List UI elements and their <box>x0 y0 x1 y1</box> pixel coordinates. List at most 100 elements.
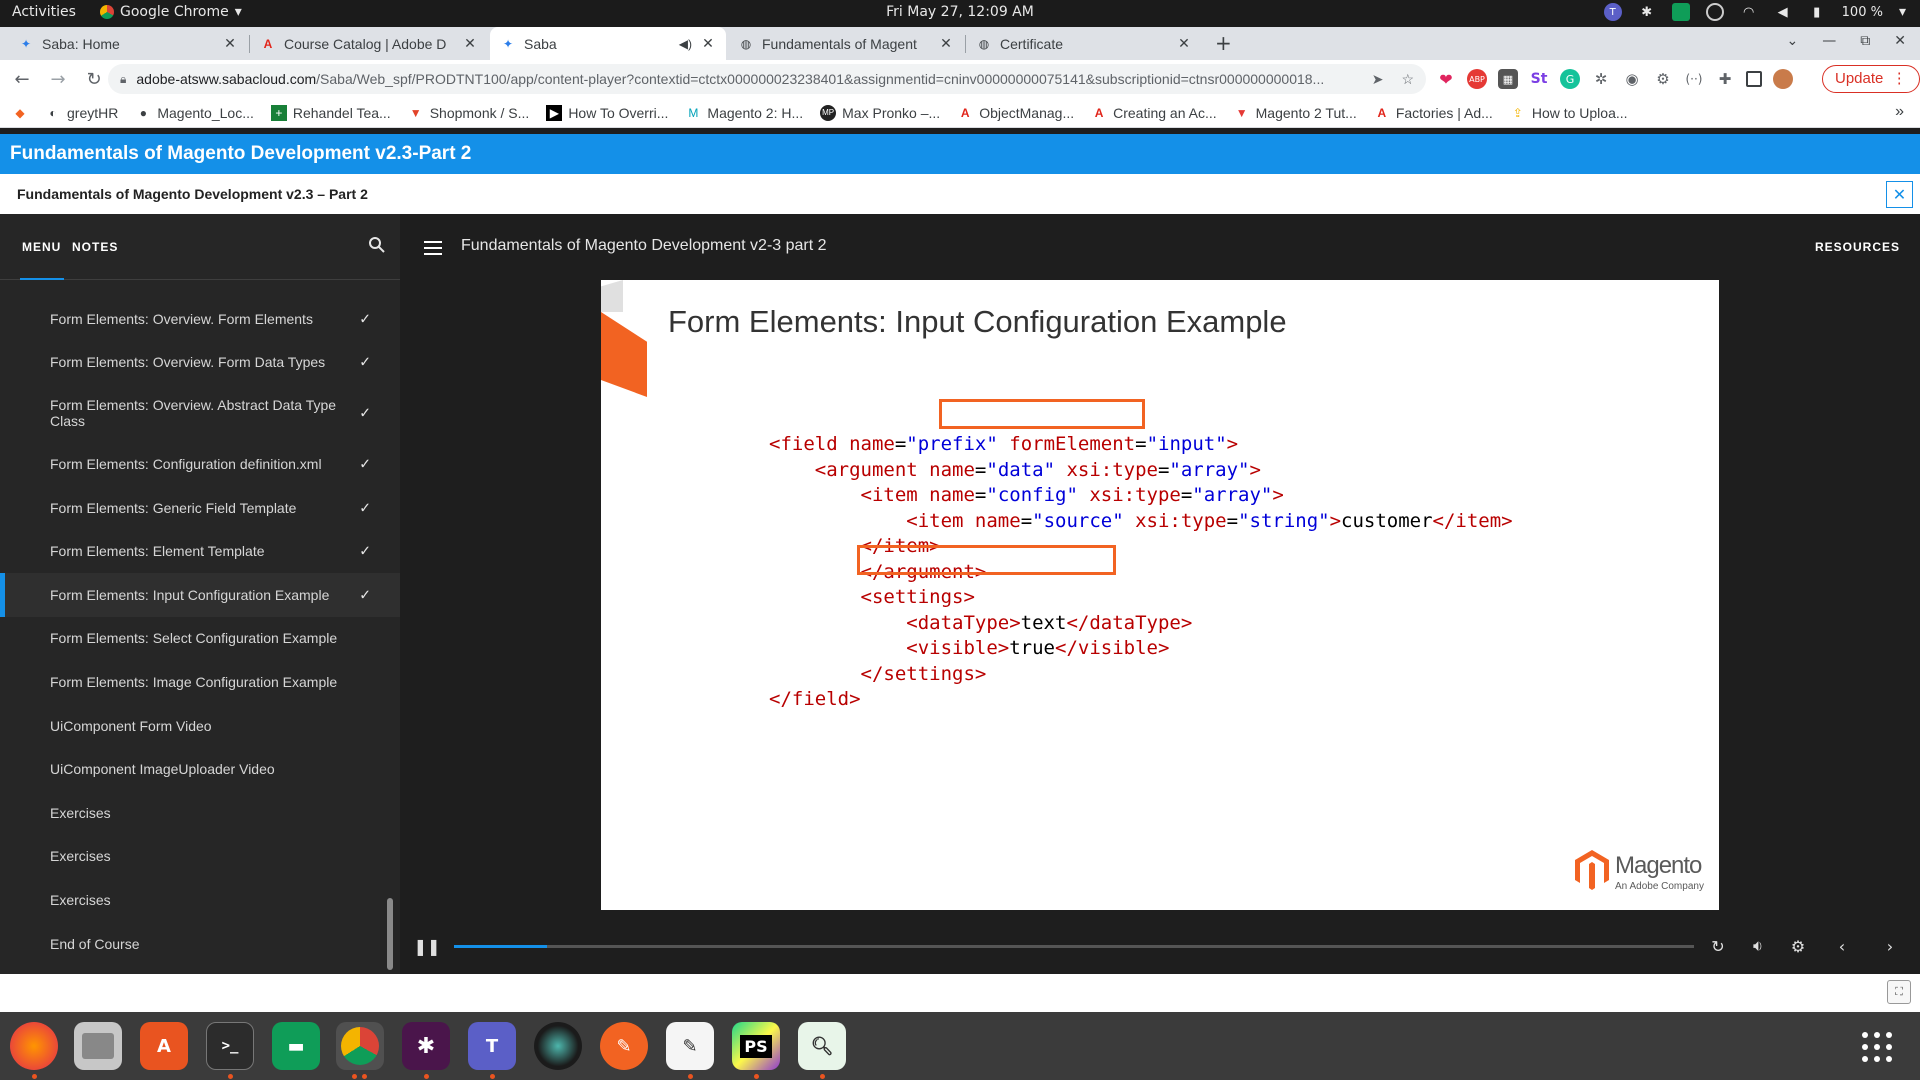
sidebar-menu-item[interactable]: Form Elements: Overview. Abstract Data T… <box>0 384 400 442</box>
phpstorm-icon[interactable]: PS <box>732 1022 780 1070</box>
settings-ext-icon[interactable]: ⚙ <box>1653 69 1673 89</box>
update-button[interactable]: Update ⋮ <box>1822 65 1920 93</box>
terminal-icon[interactable]: >_ <box>206 1022 254 1070</box>
bookmark-magento[interactable]: ◆ <box>12 105 28 121</box>
bookmark-objectmanager[interactable]: A ObjectManag... <box>957 105 1074 121</box>
software-center-icon[interactable]: A <box>140 1022 188 1070</box>
fullscreen-icon[interactable]: ⛶ <box>1887 980 1911 1004</box>
calendar-ext-icon[interactable]: ▦ <box>1498 69 1518 89</box>
bookmark-magento-loc[interactable]: ● Magento_Loc... <box>135 105 254 121</box>
hamburger-menu-icon[interactable] <box>424 241 442 255</box>
maximize-button[interactable]: ⧉ <box>1860 33 1870 49</box>
sidebar-menu-item[interactable]: Form Elements: Configuration definition.… <box>0 442 400 486</box>
reload-button[interactable]: ↻ <box>80 69 108 90</box>
adblock-icon[interactable]: ABP <box>1467 69 1487 89</box>
tab-search-icon[interactable]: ⌄ <box>1787 33 1799 49</box>
tab-saba-home[interactable]: ✦ Saba: Home ✕ <box>8 27 248 60</box>
pen-tool-icon[interactable]: ✎ <box>600 1022 648 1070</box>
system-tray[interactable]: T ✱ ◠ ◀ ▮ 100 % ▾ <box>1603 3 1906 21</box>
activities-button[interactable]: Activities <box>12 4 76 20</box>
chat-tray-icon[interactable] <box>1671 3 1690 21</box>
sidebar-menu-item[interactable]: UiComponent ImageUploader Video <box>0 747 400 791</box>
st-ext-icon[interactable]: St <box>1529 69 1549 89</box>
url-text[interactable]: adobe-atsww.sabacloud.com/Saba/Web_spf/P… <box>136 71 1361 87</box>
back-button[interactable]: ← <box>8 69 36 90</box>
sidebar-menu-item[interactable]: Form Elements: Element Template ✓ <box>0 529 400 573</box>
sidebar-menu-item[interactable]: Form Elements: Generic Field Template ✓ <box>0 486 400 530</box>
chevron-down-icon[interactable]: ▾ <box>1899 4 1906 20</box>
tab-saba[interactable]: ✦ Saba ◀) ✕ <box>490 27 726 60</box>
files-icon[interactable] <box>74 1022 122 1070</box>
vpn-tray-icon[interactable] <box>1705 3 1724 21</box>
sidebar-menu-item[interactable]: Exercises <box>0 878 400 922</box>
show-applications-icon[interactable] <box>1862 1032 1892 1062</box>
slack-icon[interactable]: ✱ <box>402 1022 450 1070</box>
slack-tray-icon[interactable]: ✱ <box>1638 3 1656 21</box>
bookmarks-overflow-icon[interactable]: » <box>1895 103 1904 121</box>
tab-notes[interactable]: NOTES <box>72 240 118 254</box>
sidebar-menu-item[interactable]: Form Elements: Overview. Form Data Types… <box>0 341 400 385</box>
bookmark-max-pronko[interactable]: MP Max Pronko –... <box>820 104 940 121</box>
bookmark-magento2-h[interactable]: M Magento 2: H... <box>685 105 803 121</box>
close-icon[interactable]: ✕ <box>1176 35 1192 52</box>
app-menu[interactable]: Google Chrome ▾ <box>100 4 242 20</box>
tab-certificate[interactable]: ◍ Certificate ✕ <box>966 27 1202 60</box>
bookmark-greythr[interactable]: ◐ greytHR <box>45 105 118 121</box>
google-chat-icon[interactable]: ▬ <box>272 1022 320 1070</box>
sidebar-menu-item[interactable]: Form Elements: Image Configuration Examp… <box>0 660 400 704</box>
sidebar-menu-item[interactable]: Exercises <box>0 791 400 835</box>
sidebar-menu-item[interactable]: Form Elements: Overview. Form Elements ✓ <box>0 297 400 341</box>
sidebar-menu-item[interactable]: UiComponent Form Video <box>0 704 400 748</box>
record-ext-icon[interactable]: ◉ <box>1622 69 1642 89</box>
battery-icon[interactable]: ▮ <box>1808 3 1826 21</box>
send-to-device-icon[interactable]: ➤ <box>1372 71 1384 88</box>
teams-tray-icon[interactable]: T <box>1603 3 1622 21</box>
bookmark-how-to-override[interactable]: ▶ How To Overri... <box>546 104 668 121</box>
resources-button[interactable]: RESOURCES <box>1815 240 1900 254</box>
text-editor-icon[interactable]: ✎ <box>666 1022 714 1070</box>
volume-icon[interactable]: ◀ <box>1774 3 1792 21</box>
tab-course-catalog[interactable]: A Course Catalog | Adobe D ✕ <box>250 27 488 60</box>
progress-bar[interactable] <box>454 945 1694 948</box>
lock-icon[interactable]: 🔒︎ <box>120 72 126 87</box>
search-icon[interactable] <box>368 236 386 254</box>
sidebar-menu-item[interactable]: Form Elements: Input Configuration Examp… <box>0 572 400 617</box>
new-tab-button[interactable]: + <box>1215 31 1232 55</box>
wifi-icon[interactable]: ◠ <box>1740 3 1758 21</box>
bookmark-star-icon[interactable]: ☆ <box>1401 71 1414 88</box>
address-bar[interactable]: 🔒︎ adobe-atsww.sabacloud.com/Saba/Web_sp… <box>108 64 1426 94</box>
volume-icon[interactable]: 🔉︎ <box>1746 934 1770 958</box>
grammarly-icon[interactable]: G <box>1560 69 1580 89</box>
close-icon[interactable]: ✕ <box>938 35 954 52</box>
sidebar-menu-item[interactable]: Form Elements: Select Configuration Exam… <box>0 617 400 661</box>
sidebar-menu-item[interactable]: Exercises <box>0 835 400 879</box>
bookmark-creating-an-ac[interactable]: A Creating an Ac... <box>1091 105 1217 121</box>
settings-gear-icon[interactable]: ⚙ <box>1786 934 1810 958</box>
bookmark-rehandel[interactable]: + Rehandel Tea... <box>270 104 391 121</box>
replay-icon[interactable]: ↻ <box>1706 934 1730 958</box>
tab-fundamentals[interactable]: ◍ Fundamentals of Magent ✕ <box>728 27 964 60</box>
bookmark-magento2-tut[interactable]: ▼ Magento 2 Tut... <box>1234 105 1357 121</box>
sidebar-menu-item[interactable]: End of Course <box>0 922 400 966</box>
close-icon[interactable]: ✕ <box>700 35 716 52</box>
bookmark-shopmonk[interactable]: ▼ Shopmonk / S... <box>408 105 530 121</box>
close-icon[interactable]: ✕ <box>462 35 478 52</box>
teams-icon[interactable]: T <box>468 1022 516 1070</box>
minimize-button[interactable]: — <box>1822 33 1836 49</box>
puzzle-icon[interactable]: ✚ <box>1715 69 1735 89</box>
extension-heart-icon[interactable]: ❤ <box>1436 69 1456 89</box>
firefox-icon[interactable] <box>10 1022 58 1070</box>
image-viewer-icon[interactable]: 🔍︎ <box>798 1022 846 1070</box>
tab-menu[interactable]: MENU <box>22 240 61 254</box>
gear-ext-icon[interactable]: ✲ <box>1591 69 1611 89</box>
audio-playing-icon[interactable]: ◀) <box>679 37 692 51</box>
chrome-dock-icon[interactable] <box>336 1022 384 1070</box>
sidebar-scrollbar[interactable] <box>387 898 393 970</box>
previous-slide-icon[interactable]: ‹ <box>1830 934 1854 958</box>
close-window-button[interactable]: ✕ <box>1894 33 1906 49</box>
next-slide-icon[interactable]: › <box>1878 934 1902 958</box>
camera-icon[interactable] <box>534 1022 582 1070</box>
close-icon[interactable]: ✕ <box>222 35 238 52</box>
link-ext-icon[interactable]: (··) <box>1684 69 1704 89</box>
bookmark-factories[interactable]: A Factories | Ad... <box>1374 105 1492 121</box>
